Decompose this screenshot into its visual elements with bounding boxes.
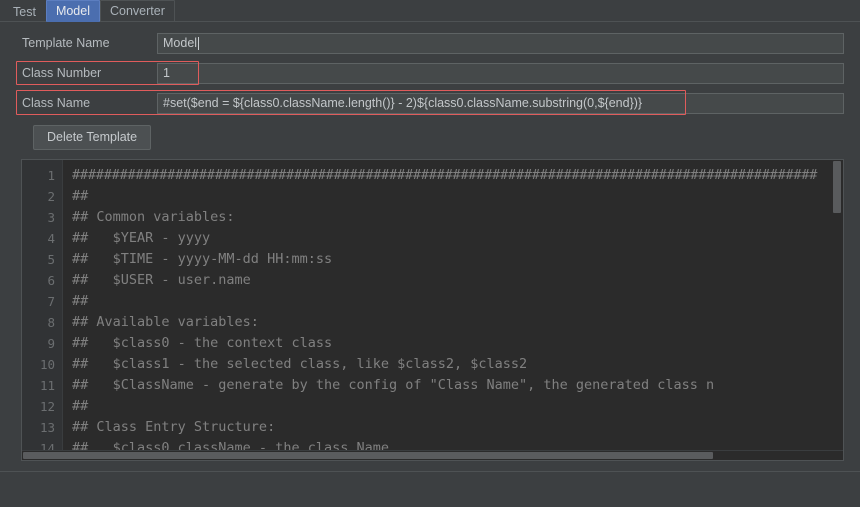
template-name-value: Model xyxy=(163,36,198,50)
delete-template-button[interactable]: Delete Template xyxy=(33,125,152,150)
line-number: 9 xyxy=(47,336,55,351)
editor-vertical-scrollbar-thumb[interactable] xyxy=(833,161,841,213)
class-number-value: 1 xyxy=(163,66,170,80)
code-line: ## Available variables: xyxy=(72,314,259,330)
line-number: 6 xyxy=(47,273,55,288)
text-caret xyxy=(198,36,200,50)
line-number: 13 xyxy=(39,420,55,435)
editor-horizontal-scrollbar-thumb[interactable] xyxy=(23,452,713,459)
class-number-input[interactable]: 1 xyxy=(157,62,844,84)
code-line: ## $class0 - the context class xyxy=(72,335,333,351)
code-line: ## Common variables: xyxy=(72,209,235,225)
tab-converter[interactable]: Converter xyxy=(99,0,175,22)
code-line: ########################################… xyxy=(72,167,818,183)
line-number: 3 xyxy=(47,210,55,225)
bottom-panel xyxy=(0,471,860,507)
editor-line-number-gutter: 1 2 3 4 5 6 7 8 9 10 11 12 13 14 xyxy=(22,160,62,453)
code-line: ## $class1 - the selected class, like $c… xyxy=(72,356,528,372)
line-number: 1 xyxy=(47,168,55,183)
template-form: Template Name Model Class Number 1 Class… xyxy=(0,22,860,115)
class-name-input[interactable]: #set($end = ${class0.className.length()}… xyxy=(157,92,844,114)
code-line: ## xyxy=(72,293,89,309)
line-number: 2 xyxy=(47,189,55,204)
line-number: 7 xyxy=(47,294,55,309)
code-line: ## $ClassName - generate by the config o… xyxy=(72,377,715,393)
code-line: ## $YEAR - yyyy xyxy=(72,230,211,246)
line-number: 10 xyxy=(39,357,55,372)
template-name-input[interactable]: Model xyxy=(157,32,844,54)
code-line: ## $TIME - yyyy-MM-dd HH:mm:ss xyxy=(72,251,333,267)
line-number: 5 xyxy=(47,252,55,267)
line-number: 11 xyxy=(39,378,55,393)
code-line: ## $USER - user.name xyxy=(72,272,251,288)
editor-horizontal-scrollbar[interactable] xyxy=(22,450,843,460)
line-number: 4 xyxy=(47,231,55,246)
form-row-template-name: Template Name Model xyxy=(16,32,844,54)
template-name-label: Template Name xyxy=(22,36,110,50)
line-number: 12 xyxy=(39,399,55,414)
form-row-class-number: Class Number 1 xyxy=(16,62,844,84)
editor-vertical-scrollbar[interactable] xyxy=(832,161,842,452)
tab-model[interactable]: Model xyxy=(45,0,100,22)
code-line: ## Class Entry Structure: xyxy=(72,419,276,435)
code-line: ## xyxy=(72,188,89,204)
class-name-label: Class Name xyxy=(22,96,91,110)
tab-test[interactable]: Test xyxy=(3,1,46,22)
editor-code-area[interactable]: ########################################… xyxy=(62,160,843,453)
line-number: 8 xyxy=(47,315,55,330)
form-row-class-name: Class Name #set($end = ${class0.classNam… xyxy=(16,92,844,114)
tab-bar: Test Model Converter xyxy=(0,0,860,22)
class-number-label: Class Number xyxy=(22,66,102,80)
code-line: ## xyxy=(72,398,89,414)
button-row: Delete Template xyxy=(0,122,860,150)
editor-body: 1 2 3 4 5 6 7 8 9 10 11 12 13 14 #######… xyxy=(22,160,843,453)
template-code-editor[interactable]: 1 2 3 4 5 6 7 8 9 10 11 12 13 14 #######… xyxy=(21,159,844,461)
class-name-value: #set($end = ${class0.className.length()}… xyxy=(163,96,643,110)
